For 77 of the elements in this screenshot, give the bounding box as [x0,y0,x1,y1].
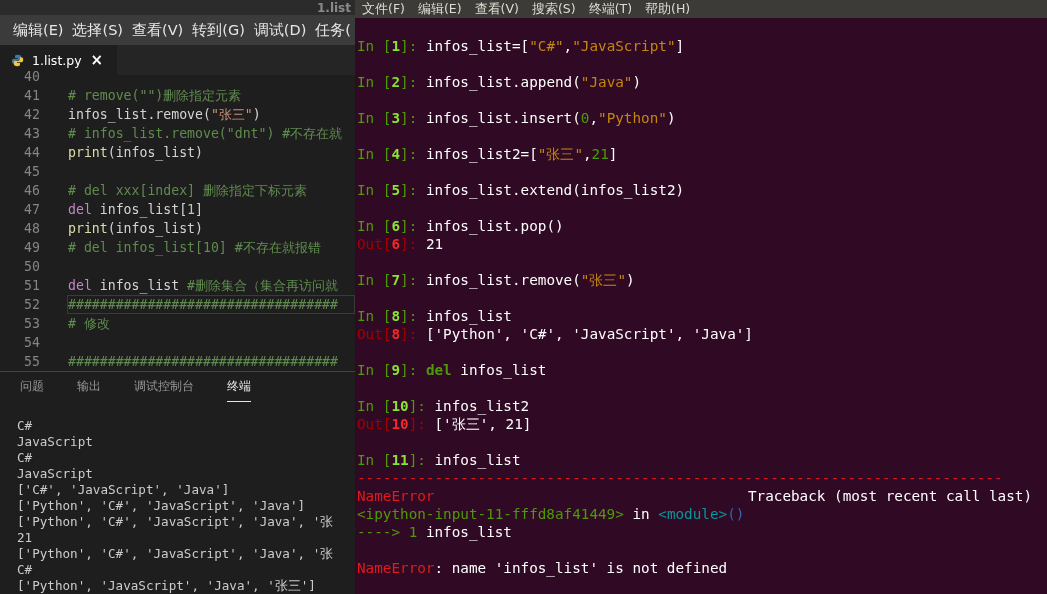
terminal-output-line: ['Python', 'C#', 'JavaScript', 'Java'] [17,498,306,514]
line-number: 53 [23,316,40,331]
traceback-label: Traceback (most recent call last) [747,487,1032,505]
terminal-line: Out[8]: ['Python', 'C#', 'JavaScript', 'Java'] [357,325,754,343]
python-file-icon [11,53,24,67]
terminal-output-line: JavaScript [17,466,93,482]
terminal-output-line: C# [17,418,33,434]
terminal-line: In [10]: infos_list2 [357,397,531,415]
terminal-output-line: ['C#', 'JavaScript', 'Java'] [17,482,230,498]
menu-item[interactable]: 文件(F) [362,0,405,18]
terminal-line: <ipython-input-11-fffd8af41449> in <module>() [357,505,746,523]
code-line: infos_list.remove("张三") [67,106,262,124]
line-number: 48 [23,221,40,236]
terminal-output-line: C# [17,450,33,466]
terminal-output-line: JavaScript [17,434,93,450]
panel-tab[interactable]: 输出 [77,379,101,402]
menu-item[interactable]: 编辑(E) [417,0,462,18]
terminal-line: In [6]: infos_list.pop() [357,217,565,235]
menu-item[interactable]: 终端(T) [588,0,632,18]
close-button[interactable]: × [90,51,103,69]
panel-tab[interactable]: 调试控制台 [134,379,194,402]
menu-item[interactable]: 查看(V) [474,0,519,18]
terminal-output-line: ['Python', 'JavaScript', 'Java', '张三'] [17,578,316,594]
line-number: 41 [23,88,40,103]
code-line: del infos_list[1] [67,201,204,219]
code-line: print(infos_list) [67,144,204,162]
terminal-line: Out[10]: ['张三', 21] [357,415,533,433]
panel-tab[interactable]: 问题 [20,379,44,402]
line-number: 51 [23,278,40,293]
line-number: 52 [23,297,40,312]
menu-item[interactable]: 任务( [315,20,351,40]
terminal-line: In [3]: infos_list.insert(0,"Python") [357,109,677,127]
terminal-line: In [7]: infos_list.remove("张三") [357,271,636,289]
window-title: 1.list [317,0,351,15]
terminal-line: In [8]: infos_list [357,307,513,325]
terminal-line: In [11]: infos_list [357,451,522,469]
terminal-line: Out[6]: 21 [357,235,445,253]
line-number: 47 [23,202,40,217]
menu-item[interactable]: 查看(V) [132,20,184,40]
panel-tab[interactable]: 终端 [227,379,251,402]
line-number: 49 [23,240,40,255]
terminal-output-line: ['Python', 'C#', 'JavaScript', 'Java', '张 [17,514,334,530]
terminal-line: In [2]: infos_list.append("Java") [357,73,643,91]
line-number: 42 [23,107,40,122]
menu-item[interactable]: 选择(S) [72,20,123,40]
menu-item[interactable]: 转到(G) [192,20,245,40]
menu-item[interactable]: 编辑(E) [13,20,64,40]
terminal-line: In [9]: del infos_list [357,361,548,379]
line-number: 46 [23,183,40,198]
tab-label: 1.list.py [32,52,82,68]
menu-item[interactable]: 调试(D) [253,20,307,40]
menu-item[interactable]: 搜索(S) [531,0,576,18]
code-line: del infos_list #删除集合（集合再访问就 [67,277,340,295]
line-number: 45 [23,164,40,179]
terminal-line: In [5]: infos_list.extend(infos_list2) [357,181,686,199]
code-line: # infos_list.remove("dnt") #不存在就 [67,125,344,143]
line-number: 54 [23,335,40,350]
code-line: # del xxx[index] 删除指定下标元素 [67,182,308,200]
line-number: 43 [23,126,40,141]
code-line: # 修改 [67,315,111,333]
code-line: # remove("")删除指定元素 [67,87,243,105]
line-number: 50 [23,259,40,274]
terminal-line: NameError: name 'infos_list' is not defined [357,559,729,577]
terminal-line: In [4]: infos_list2=["张三",21] [357,145,619,163]
code-line: print(infos_list) [67,220,204,238]
line-number: 44 [23,145,40,160]
terminal-line: ----> 1 infos_list [357,523,513,541]
terminal-line: In [1]: infos_list=["C#","JavaScript"] [357,37,686,55]
terminal-output-line: ['Python', 'C#', 'JavaScript', 'Java', '张 [17,546,334,562]
code-line: ################################## [67,353,339,371]
code-line: # del infos_list[10] #不存在就报错 [67,239,322,257]
line-number: 55 [23,354,40,369]
terminal-line: --------------------------------------------------------------------------- [357,469,1004,487]
terminal-output-line: 21 [17,530,33,546]
terminal-output-line: C# [17,562,33,578]
error-name: NameError [357,487,435,505]
menu-item[interactable]: 帮助(H) [645,0,691,18]
